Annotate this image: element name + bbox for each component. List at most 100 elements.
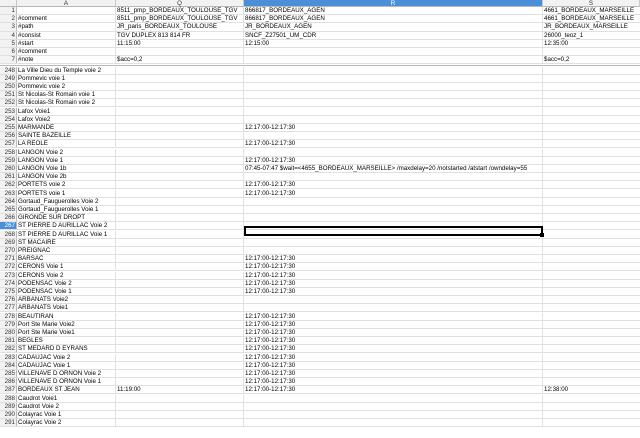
- row-header[interactable]: 289: [0, 402, 17, 410]
- cell-q[interactable]: [116, 353, 244, 361]
- cell-q[interactable]: [116, 394, 244, 402]
- row-header[interactable]: 268: [0, 230, 17, 238]
- cell-q[interactable]: [116, 255, 244, 263]
- cell-q[interactable]: [116, 205, 244, 214]
- row-header[interactable]: 248: [0, 66, 17, 74]
- row-header[interactable]: 262: [0, 181, 17, 189]
- cell-q[interactable]: [116, 279, 244, 287]
- cell-q[interactable]: [116, 140, 244, 148]
- cell-r[interactable]: 12:17:00-12:17:30: [244, 337, 543, 345]
- cell-q[interactable]: [116, 320, 244, 328]
- cell-q[interactable]: [116, 48, 244, 56]
- cell-a[interactable]: ARBANATS Voie2: [17, 296, 116, 304]
- cell-a[interactable]: PODENSAC Voie 2: [17, 279, 116, 287]
- cell-r[interactable]: [244, 230, 543, 238]
- cell-q[interactable]: [116, 402, 244, 410]
- cell-a[interactable]: PORTETS voie 1: [17, 189, 116, 197]
- row-header[interactable]: 255: [0, 123, 17, 132]
- cell-a[interactable]: St Nicolas-St Romain voie 2: [17, 99, 116, 107]
- cell-r[interactable]: 866817_BORDEAUX_AGEN: [244, 15, 543, 23]
- cell-r[interactable]: 12:17:00-12:17:30: [244, 255, 543, 263]
- cell-q[interactable]: [116, 173, 244, 181]
- cell-r[interactable]: 12:17:00-12:17:30: [244, 123, 543, 132]
- cell-r[interactable]: [244, 74, 543, 82]
- cell-s[interactable]: [543, 354, 640, 361]
- row-header[interactable]: 5: [0, 39, 17, 47]
- cell-a[interactable]: ST PIERRE D AURILLAC Voie 1: [17, 230, 116, 238]
- cell-a[interactable]: #start: [17, 39, 116, 47]
- cell-r[interactable]: [244, 99, 543, 107]
- cell-s[interactable]: [543, 288, 640, 295]
- cell-q[interactable]: [116, 197, 244, 205]
- cell-s[interactable]: [543, 255, 640, 262]
- cell-r[interactable]: 12:17:00-12:17:30: [244, 263, 543, 271]
- cell-r[interactable]: 12:17:00-12:17:30: [244, 287, 543, 296]
- cell-q[interactable]: [116, 246, 244, 255]
- row-header[interactable]: 260: [0, 164, 17, 173]
- cell-a[interactable]: LA REOLE: [17, 140, 116, 148]
- cell-s[interactable]: [543, 132, 640, 139]
- cell-a[interactable]: Pommevic voie 2: [17, 82, 116, 91]
- row-header[interactable]: 2: [0, 15, 17, 23]
- cell-r[interactable]: [244, 115, 543, 123]
- cell-r[interactable]: [244, 214, 543, 222]
- cell-a[interactable]: BEAUTIRAN: [17, 312, 116, 320]
- cell-s[interactable]: [543, 362, 640, 369]
- cell-s[interactable]: [543, 108, 640, 115]
- cell-q[interactable]: 8511_pmp_BORDEAUX_TOULOUSE_TGV: [116, 15, 244, 23]
- cell-a[interactable]: Port Ste Marie Voie1: [17, 328, 116, 337]
- cell-r[interactable]: 12:17:00-12:17:30: [244, 181, 543, 189]
- cell-q[interactable]: [116, 230, 244, 238]
- cell-q[interactable]: [116, 82, 244, 91]
- cell-a[interactable]: ARBANATS Voie1: [17, 304, 116, 312]
- cell-q[interactable]: [116, 99, 244, 107]
- cell-a[interactable]: La Ville Dieu du Temple voie 2: [17, 66, 116, 74]
- cell-s[interactable]: [543, 165, 640, 172]
- cell-s[interactable]: 12:35:00: [543, 40, 640, 47]
- cell-r[interactable]: [244, 402, 543, 410]
- fill-handle[interactable]: [540, 233, 544, 237]
- cell-a[interactable]: LANGON Voie 2b: [17, 173, 116, 181]
- row-header[interactable]: 287: [0, 386, 17, 394]
- cell-a[interactable]: Pommevic voie 1: [17, 74, 116, 82]
- cell-s[interactable]: [543, 83, 640, 90]
- row-header[interactable]: 284: [0, 361, 17, 369]
- cell-r[interactable]: [244, 173, 543, 181]
- row-header[interactable]: 6: [0, 48, 17, 56]
- row-header[interactable]: 276: [0, 296, 17, 304]
- cell-q[interactable]: [116, 91, 244, 99]
- cell-a[interactable]: Caudrot Voie 2: [17, 402, 116, 410]
- row-header[interactable]: 267: [0, 222, 17, 230]
- cell-s[interactable]: [543, 222, 640, 229]
- row-header[interactable]: 257: [0, 140, 17, 148]
- cell-q[interactable]: [116, 164, 244, 173]
- row-header[interactable]: 272: [0, 263, 17, 271]
- cell-q[interactable]: [116, 263, 244, 271]
- row-header[interactable]: 291: [0, 419, 17, 427]
- cell-r[interactable]: [244, 91, 543, 99]
- cell-s[interactable]: [543, 149, 640, 156]
- cell-s[interactable]: 4661_BORDEAUX_MARSEILLE: [543, 15, 640, 22]
- cell-a[interactable]: LANGON Voie 1b: [17, 164, 116, 173]
- cell-s[interactable]: [543, 403, 640, 410]
- cell-a[interactable]: BEGLES: [17, 337, 116, 345]
- cell-r[interactable]: 12:17:00-12:17:30: [244, 279, 543, 287]
- cell-s[interactable]: [543, 280, 640, 287]
- cell-q[interactable]: [116, 271, 244, 279]
- cell-q[interactable]: [116, 123, 244, 132]
- cell-s[interactable]: [543, 190, 640, 197]
- cell-a[interactable]: BORDEAUX ST JEAN: [17, 386, 116, 394]
- cell-r[interactable]: JR_BORDEAUX_AGEN: [244, 23, 543, 31]
- cell-a[interactable]: MARMANDE: [17, 123, 116, 132]
- cell-a[interactable]: CERONS Voie 2: [17, 271, 116, 279]
- cell-s[interactable]: [543, 263, 640, 270]
- cell-r[interactable]: [244, 148, 543, 156]
- cell-r[interactable]: 12:17:00-12:17:30: [244, 353, 543, 361]
- cell-a[interactable]: SAINTE BAZEILLE: [17, 132, 116, 140]
- cell-q[interactable]: [116, 378, 244, 386]
- cell-s[interactable]: [543, 378, 640, 385]
- cell-a[interactable]: ST MEDARD D EYRANS: [17, 345, 116, 353]
- cell-q[interactable]: [116, 287, 244, 296]
- cell-r[interactable]: 12:17:00-12:17:30: [244, 140, 543, 148]
- cell-a[interactable]: LANGON Voie 1: [17, 156, 116, 164]
